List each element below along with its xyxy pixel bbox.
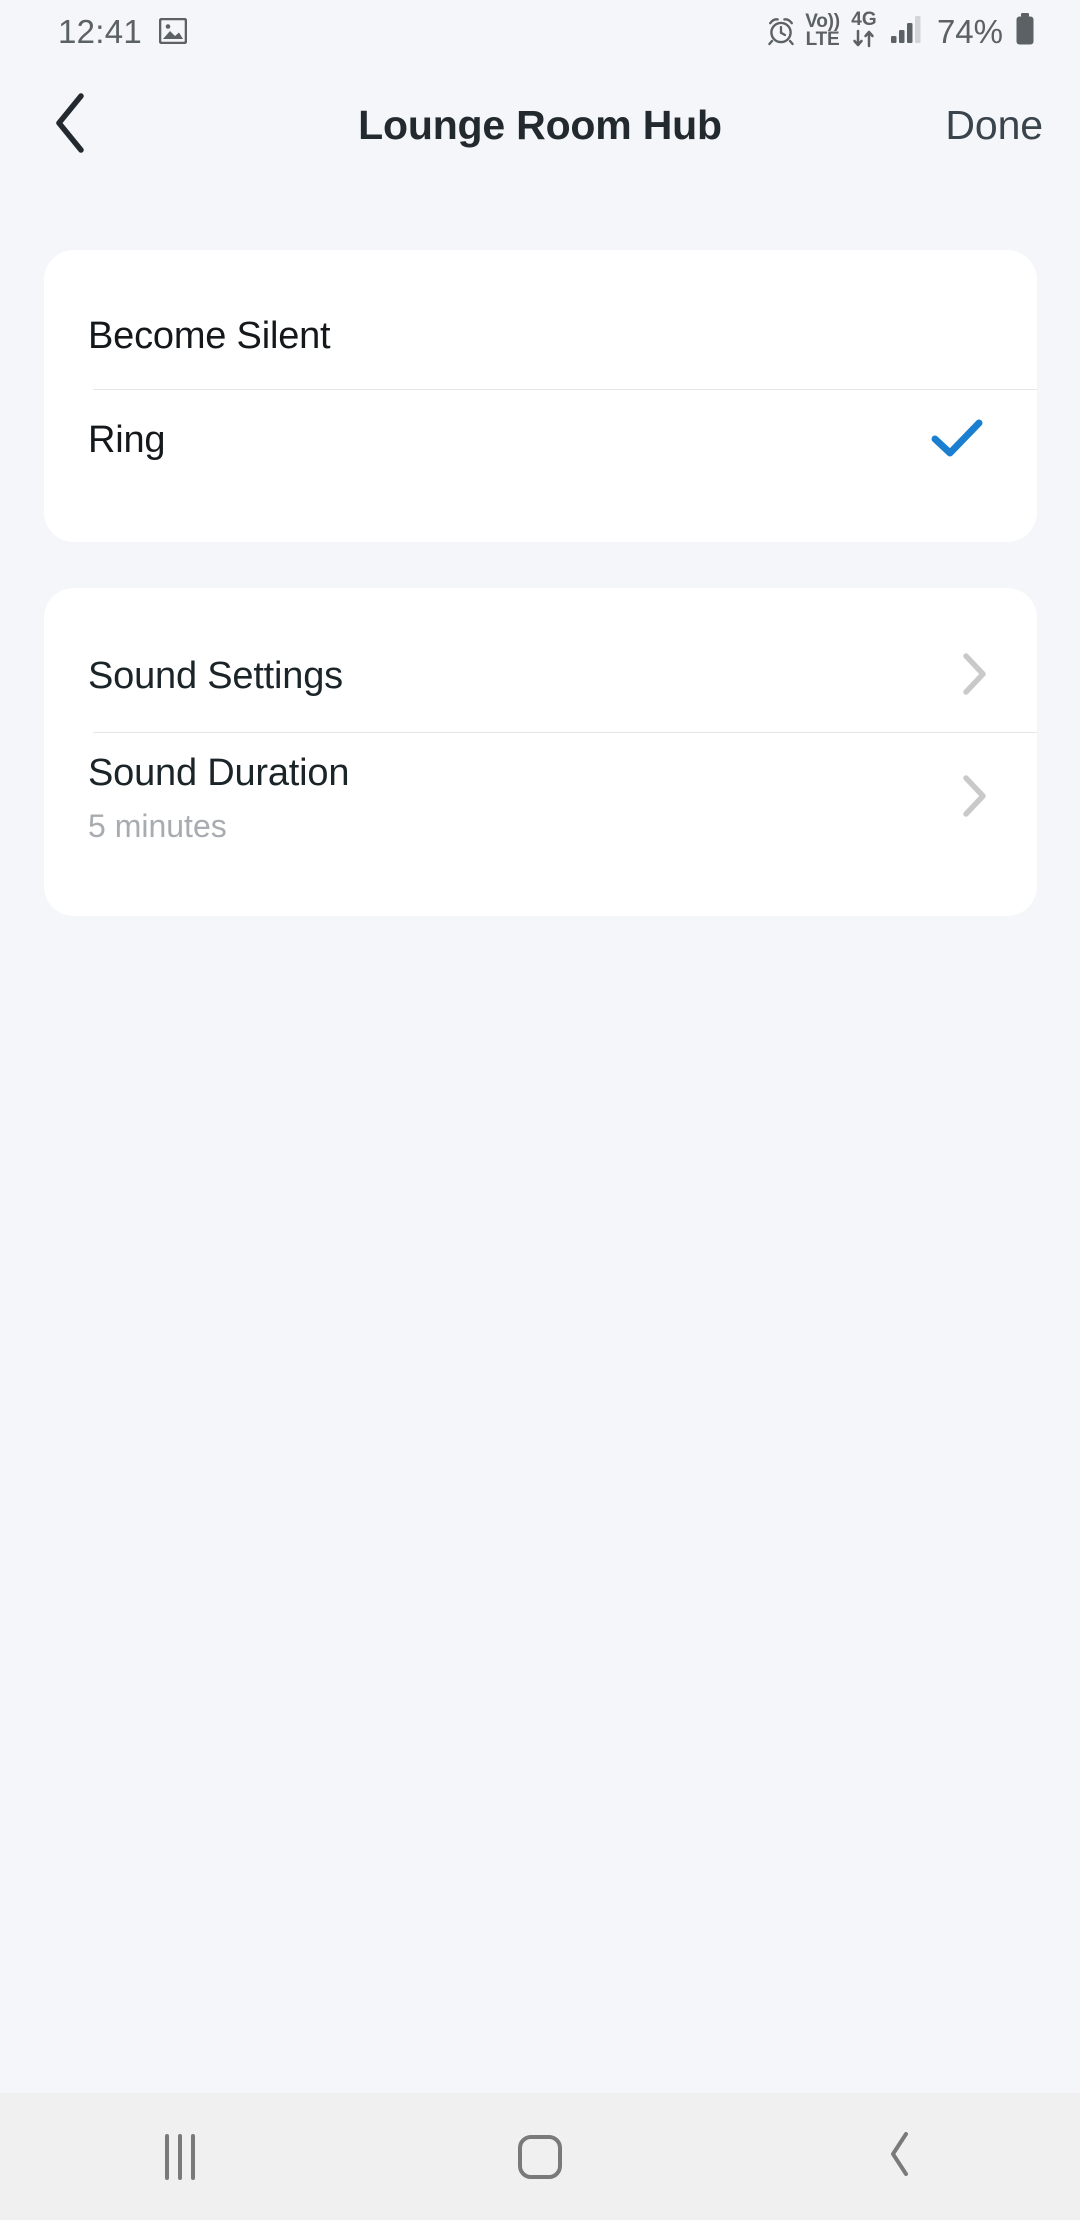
chevron-right-icon	[959, 652, 989, 701]
recents-button[interactable]	[0, 2093, 360, 2220]
row-label-wrap: Sound Settings	[88, 654, 959, 699]
alarm-icon	[766, 16, 796, 46]
recents-icon	[165, 2133, 195, 2180]
status-bar-right: Vo)) LTE 4G 74%	[766, 8, 1036, 52]
nav-back-chevron-icon	[887, 2131, 913, 2182]
row-label-wrap: Ring	[88, 418, 931, 463]
list-item-label: Sound Settings	[88, 654, 343, 697]
list-item-sound-duration[interactable]: Sound Duration 5 minutes	[44, 728, 1037, 868]
list-item-value: 5 minutes	[88, 808, 227, 845]
android-navigation-bar	[0, 2093, 1080, 2220]
list-item-ring[interactable]: Ring	[44, 388, 1037, 492]
page-title: Lounge Room Hub	[358, 102, 722, 148]
sound-options-card: Sound Settings Sound Duration 5 minutes	[44, 588, 1037, 916]
list-item-label: Become Silent	[88, 314, 331, 357]
app-header: Lounge Room Hub Done	[0, 62, 1080, 188]
list-item-sound-settings[interactable]: Sound Settings	[44, 624, 1037, 728]
chevron-right-icon	[959, 774, 989, 823]
battery-icon	[1014, 12, 1036, 50]
row-label-wrap: Sound Duration 5 minutes	[88, 751, 959, 845]
status-clock: 12:41	[58, 12, 143, 50]
volte-label-bottom: LTE	[805, 29, 840, 50]
list-item-label: Ring	[88, 418, 166, 461]
home-icon	[518, 2134, 562, 2179]
status-bar-left: 12:41	[58, 12, 188, 50]
home-button[interactable]	[360, 2093, 720, 2220]
list-item-become-silent[interactable]: Become Silent	[44, 284, 1037, 388]
check-icon	[931, 418, 983, 463]
network-type-label: 4G	[851, 8, 877, 30]
nav-back-button[interactable]	[720, 2093, 1080, 2220]
signal-bars-icon	[890, 14, 924, 49]
list-item-label: Sound Duration	[88, 752, 350, 795]
row-label-wrap: Become Silent	[88, 314, 989, 359]
ring-mode-card: Become Silent Ring	[44, 250, 1037, 542]
battery-percent-label: 74%	[936, 12, 1003, 50]
network-indicator: 4G	[851, 8, 877, 52]
photo-icon	[158, 17, 188, 45]
status-bar: 12:41 Vo)) LTE 4G 74%	[0, 0, 1080, 62]
data-transfer-arrows-icon	[851, 29, 877, 51]
done-button[interactable]: Done	[945, 87, 1043, 163]
volte-indicator: Vo)) LTE	[805, 12, 840, 50]
